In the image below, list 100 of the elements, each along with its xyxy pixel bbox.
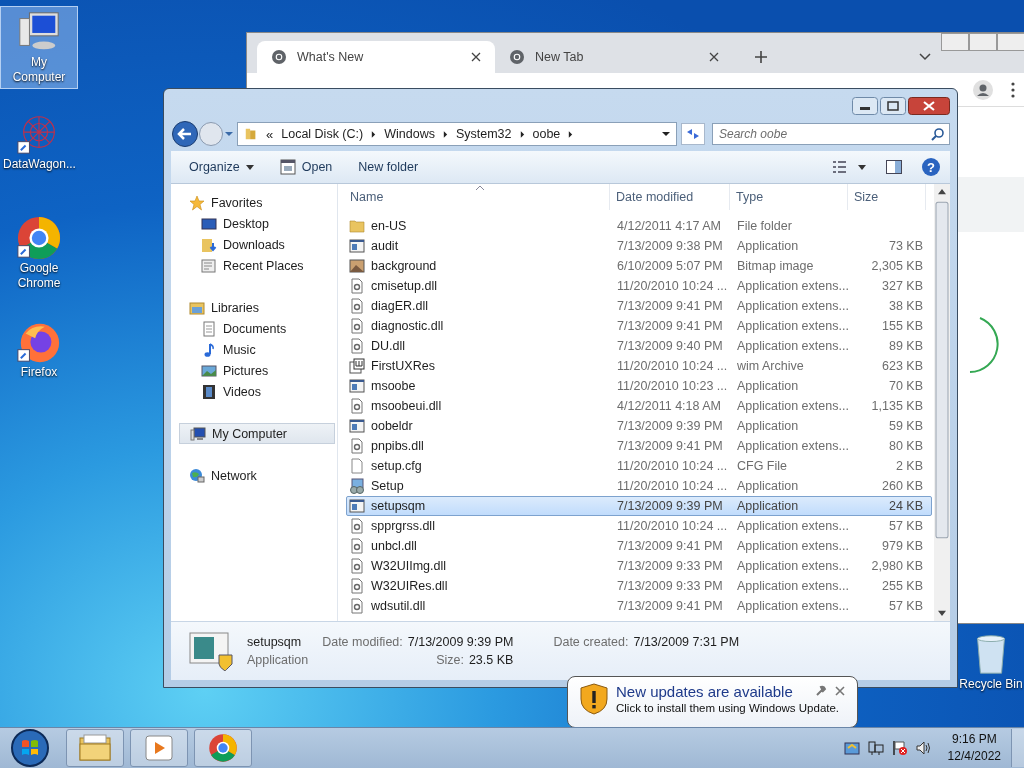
nav-item[interactable]: Network [171, 465, 335, 486]
folder-icon [79, 733, 111, 763]
toolbar-button[interactable]: Organize [179, 156, 264, 178]
file-name: FirstUXRes [371, 359, 435, 373]
desktop-shortcut[interactable]: Firefox [0, 316, 78, 384]
refresh-icon[interactable] [681, 123, 705, 145]
column-header[interactable]: Size [848, 184, 926, 210]
file-row[interactable]: audit 7/13/2009 9:38 PM Application 73 KB [346, 236, 932, 256]
nav-item[interactable]: Libraries [171, 297, 335, 318]
breadcrumb-item[interactable]: Local Disk (C:) [281, 127, 364, 141]
desktop-icon [201, 215, 217, 232]
table-cell-text: 11/20/2010 10:24 ... [616, 479, 729, 493]
breadcrumb-item[interactable]: System32 [455, 127, 512, 141]
taskbar-button[interactable] [130, 729, 188, 767]
column-header[interactable]: Type [730, 184, 848, 210]
toolbar-button[interactable]: Open [269, 155, 343, 179]
wrench-icon[interactable] [815, 685, 827, 697]
column-header[interactable]: Name [338, 184, 610, 210]
search-field[interactable]: Search oobe [712, 123, 950, 145]
new-tab-icon[interactable] [755, 51, 767, 63]
nav-item[interactable]: Desktop [171, 213, 335, 234]
network-icon[interactable] [867, 740, 884, 756]
help-button[interactable]: ? [922, 158, 940, 176]
file-row[interactable]: FirstUXRes 11/20/2010 10:24 ... wim Archive 623 KB [346, 356, 932, 376]
browser-tab[interactable]: New Tab [495, 41, 733, 73]
taskbar-button[interactable] [194, 729, 252, 767]
nav-item[interactable]: Favorites [171, 192, 335, 213]
file-row[interactable]: W32UIRes.dll 7/13/2009 9:33 PM Application extens... 255 KB [346, 576, 932, 596]
caret-right-icon[interactable] [519, 130, 525, 138]
file-row[interactable]: msoobeui.dll 4/12/2011 4:18 AM Application extens... 1,135 KB [346, 396, 932, 416]
volume-icon[interactable] [915, 740, 932, 756]
file-row[interactable]: spprgrss.dll 11/20/2010 10:24 ... Application extens... 57 KB [346, 516, 932, 536]
update-icon[interactable] [843, 740, 860, 756]
nav-item[interactable]: Pictures [171, 360, 335, 381]
breadcrumb-item[interactable]: Windows [384, 127, 435, 141]
gear-file-icon [349, 298, 365, 314]
nav-item[interactable]: Documents [171, 318, 335, 339]
browser-tab[interactable]: What's New [257, 41, 495, 73]
address-bar[interactable]: « Local Disk (C:) Windows System32 oobe [237, 122, 677, 146]
table-cell-text: 7/13/2009 9:39 PM [616, 499, 724, 513]
close-icon[interactable] [835, 686, 845, 696]
nav-item[interactable]: Recent Places [171, 255, 335, 276]
file-row[interactable]: setup.cfg 11/20/2010 10:24 ... CFG File 2 KB [346, 456, 932, 476]
folder-icon [244, 126, 258, 142]
toolbar-button[interactable]: New folder [348, 156, 429, 178]
file-row[interactable]: DU.dll 7/13/2009 9:40 PM Application extens... 89 KB [346, 336, 932, 356]
file-name: cmisetup.dll [371, 279, 437, 293]
file-row[interactable]: W32UIImg.dll 7/13/2009 9:33 PM Application extens... 2,980 KB [346, 556, 932, 576]
desktop-shortcut[interactable]: Recycle Bin [958, 628, 1024, 696]
nav-item[interactable]: Downloads [171, 234, 335, 255]
file-row[interactable]: diagnostic.dll 7/13/2009 9:41 PM Application extens... 155 KB [346, 316, 932, 336]
flag-error-icon[interactable] [891, 740, 908, 756]
maximize-button[interactable] [880, 97, 906, 115]
scrollbar[interactable] [934, 184, 950, 621]
overflow-chevron[interactable]: « [266, 126, 274, 142]
column-header[interactable]: Date modified [610, 184, 730, 210]
menu-icon[interactable] [1011, 81, 1015, 98]
file-row[interactable]: pnpibs.dll 7/13/2009 9:41 PM Application extens... 80 KB [346, 436, 932, 456]
nav-item[interactable]: Music [171, 339, 335, 360]
file-row[interactable]: oobeldr 7/13/2009 9:39 PM Application 59 KB [346, 416, 932, 436]
caret-down-icon[interactable] [662, 131, 670, 137]
file-row[interactable]: diagER.dll 7/13/2009 9:41 PM Application extens... 38 KB [346, 296, 932, 316]
file-row[interactable]: cmisetup.dll 11/20/2010 10:24 ... Application extens... 327 KB [346, 276, 932, 296]
caret-right-icon[interactable] [442, 130, 448, 138]
nav-item[interactable]: My Computer [179, 423, 335, 444]
profile-icon[interactable] [973, 79, 993, 100]
close-icon[interactable] [709, 52, 719, 62]
clock[interactable]: 9:16 PM 12/4/2022 [947, 731, 1001, 765]
close-icon[interactable] [471, 52, 481, 62]
file-row[interactable]: unbcl.dll 7/13/2009 9:41 PM Application extens... 979 KB [346, 536, 932, 556]
minimize-button[interactable] [852, 97, 878, 115]
caret-right-icon[interactable] [371, 130, 377, 138]
breadcrumb-item[interactable]: oobe [532, 127, 561, 141]
taskbar-button[interactable] [66, 729, 124, 767]
table-cell-text: Application extens... [736, 439, 849, 453]
file-row[interactable]: en-US 4/12/2011 4:17 AM File folder [346, 216, 932, 236]
back-forward-icon[interactable] [171, 120, 233, 148]
caret-right-icon[interactable] [568, 130, 574, 138]
picture-icon [201, 362, 217, 379]
file-row[interactable]: msoobe 11/20/2010 10:23 ... Application 70 KB [346, 376, 932, 396]
nav-item[interactable]: Videos [171, 381, 335, 402]
table-cell-text: Application [736, 479, 800, 493]
close-button[interactable] [908, 97, 950, 115]
file-name: unbcl.dll [371, 539, 417, 553]
file-row[interactable]: Setup 11/20/2010 10:24 ... Application 260 KB [346, 476, 932, 496]
view-options-icon[interactable] [832, 160, 866, 174]
start-button[interactable] [10, 728, 50, 768]
clock-time: 9:16 PM [951, 731, 997, 748]
table-cell-text: 11/20/2010 10:24 ... [616, 279, 729, 293]
desktop-shortcut[interactable]: DataWagon... [0, 108, 78, 176]
field-value: 23.5 KB [468, 653, 514, 667]
file-row[interactable]: setupsqm 7/13/2009 9:39 PM Application 24 KB [346, 496, 932, 516]
table-cell-text: Application extens... [736, 319, 849, 333]
preview-pane-icon[interactable] [886, 160, 902, 174]
chevron-down-icon[interactable] [919, 53, 931, 61]
file-name: wdsutil.dll [371, 599, 426, 613]
file-row[interactable]: background 6/10/2009 5:07 PM Bitmap image 2,305 KB [346, 256, 932, 276]
library-icon [189, 299, 205, 316]
desktop-shortcut[interactable]: Google Chrome [0, 212, 78, 295]
file-row[interactable]: wdsutil.dll 7/13/2009 9:41 PM Application extens... 57 KB [346, 596, 932, 616]
